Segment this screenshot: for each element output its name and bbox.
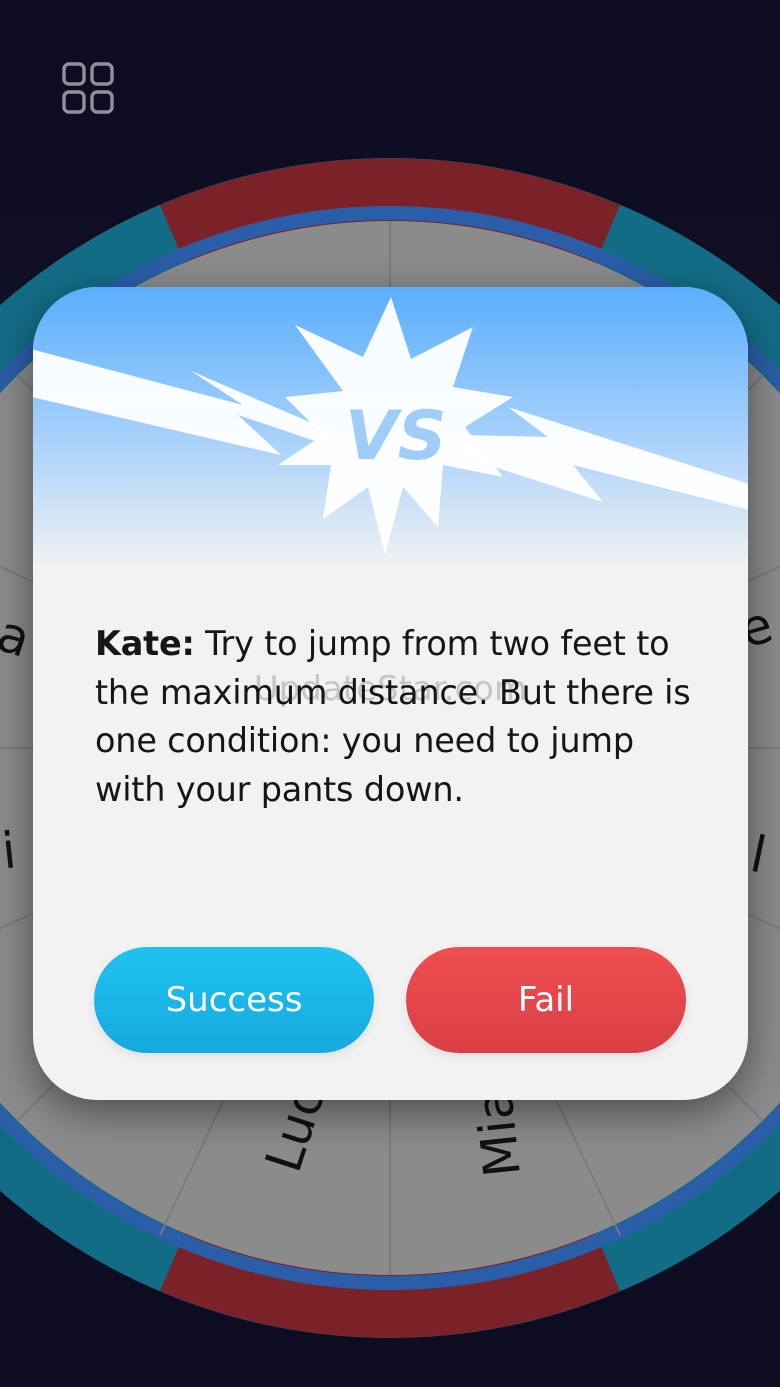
menu-button[interactable]: [62, 62, 114, 114]
challenge-text: Kate: Try to jump from two feet to the m…: [95, 620, 695, 814]
success-button[interactable]: Success: [94, 947, 374, 1053]
svg-text:VS: VS: [345, 397, 447, 476]
challenge-modal: VS Kate: Try to jump from two feet to th…: [33, 287, 748, 1100]
modal-header-art: VS: [33, 287, 748, 567]
wheel-segment-label-mia: Mia: [465, 1087, 532, 1180]
player-name: Kate:: [95, 624, 195, 663]
fail-button[interactable]: Fail: [406, 947, 686, 1053]
grid-menu-icon: [62, 62, 114, 114]
